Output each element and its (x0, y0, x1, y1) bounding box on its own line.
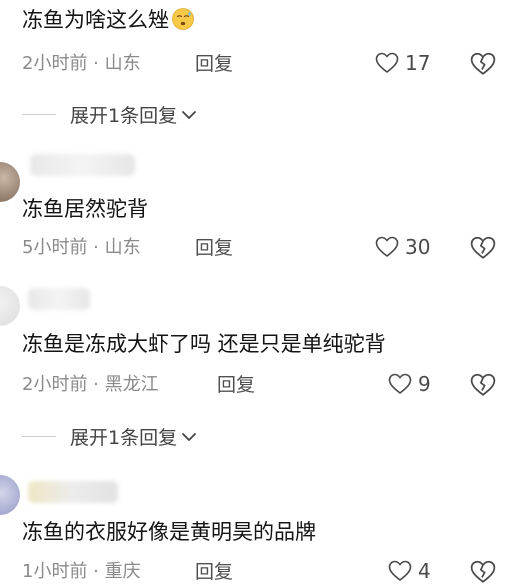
comment-location: 山东 (104, 237, 141, 258)
comment-meta: 5小时前 · 山东 (22, 237, 141, 259)
heart-outline-icon (388, 560, 412, 581)
comment-4: 冻鱼的衣服好像是黄明昊的品牌 1小时前 · 重庆 回复 4 (0, 455, 525, 585)
username-blurred (28, 288, 90, 310)
reply-button[interactable]: 回复 (195, 561, 233, 583)
sweat-face-emoji-icon (172, 8, 194, 30)
meta-separator: · (87, 53, 105, 74)
expand-replies-button[interactable]: 展开1条回复 (22, 101, 197, 128)
reply-button[interactable]: 回复 (217, 374, 255, 396)
comment-1: 冻鱼为啥这么矬 2小时前 · 山东 回复 17 展开1条回复 (0, 0, 525, 140)
comment-time: 1小时前 (22, 561, 88, 582)
comment-location: 山东 (104, 53, 141, 74)
broken-heart-icon[interactable] (470, 373, 496, 397)
like-button[interactable]: 4 (388, 559, 431, 583)
divider-line (22, 436, 56, 437)
username-blurred (30, 154, 135, 176)
like-count: 17 (405, 51, 431, 75)
heart-outline-icon (375, 52, 399, 73)
comment-location: 黑龙江 (104, 374, 159, 395)
heart-outline-icon (375, 236, 399, 257)
username-blurred (28, 481, 118, 503)
comment-meta: 2小时前 · 山东 (22, 53, 141, 75)
comment-location: 重庆 (104, 561, 141, 582)
meta-separator: · (87, 237, 105, 258)
chevron-down-icon (182, 110, 196, 119)
comment-meta: 2小时前 · 黑龙江 (22, 374, 159, 396)
comment-time: 5小时前 (22, 237, 88, 258)
comment-2: 冻鱼居然驼背 5小时前 · 山东 回复 30 (0, 140, 525, 280)
expand-replies-label: 展开1条回复 (70, 427, 178, 449)
comment-time: 2小时前 (22, 374, 88, 395)
like-button[interactable]: 9 (388, 372, 431, 396)
like-button[interactable]: 17 (375, 51, 430, 75)
heart-outline-icon (388, 373, 412, 394)
like-count: 9 (418, 372, 431, 396)
chevron-down-icon (182, 432, 196, 441)
meta-separator: · (87, 561, 105, 582)
comment-3: 冻鱼是冻成大虾了吗 还是只是单纯驼背 2小时前 · 黑龙江 回复 9 展开1条回… (0, 280, 525, 455)
comment-text: 冻鱼的衣服好像是黄明昊的品牌 (22, 520, 316, 544)
avatar[interactable] (0, 162, 20, 202)
broken-heart-icon[interactable] (470, 52, 496, 76)
like-count: 30 (405, 235, 431, 259)
meta-separator: · (87, 374, 105, 395)
broken-heart-icon[interactable] (470, 560, 496, 584)
comment-time: 2小时前 (22, 53, 88, 74)
like-button[interactable]: 30 (375, 235, 430, 259)
expand-replies-button[interactable]: 展开1条回复 (22, 423, 197, 450)
comment-text: 冻鱼为啥这么矬 (22, 7, 195, 33)
divider-line (22, 114, 56, 115)
avatar[interactable] (0, 475, 20, 515)
avatar[interactable] (0, 286, 20, 326)
like-count: 4 (418, 559, 431, 583)
comment-meta: 1小时前 · 重庆 (22, 561, 141, 583)
expand-replies-label: 展开1条回复 (70, 105, 178, 127)
comment-text: 冻鱼居然驼背 (22, 197, 148, 221)
reply-button[interactable]: 回复 (195, 53, 233, 75)
comment-text: 冻鱼是冻成大虾了吗 还是只是单纯驼背 (22, 332, 386, 356)
broken-heart-icon[interactable] (470, 236, 496, 260)
reply-button[interactable]: 回复 (195, 237, 233, 259)
